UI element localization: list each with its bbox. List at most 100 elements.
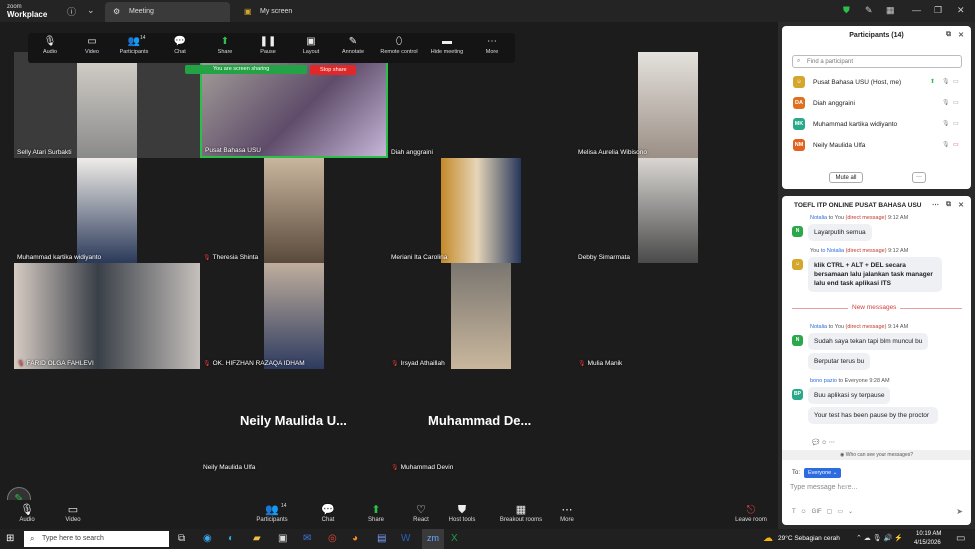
- video-button[interactable]: ▭ Video: [72, 35, 112, 55]
- tab-my-screen-label: My screen: [260, 8, 293, 15]
- participants-more-button[interactable]: ···: [912, 172, 926, 183]
- no-video-tile[interactable]: Muhammad De... 🎙 Muhammad Devin: [388, 369, 574, 475]
- video-tile[interactable]: 🎙 Theresia Shinta: [200, 158, 388, 263]
- more-dots-icon[interactable]: ⋯: [932, 201, 939, 209]
- audio-button[interactable]: 🎙 Audio: [2, 503, 52, 523]
- share-button[interactable]: ⬆ Share: [351, 503, 401, 523]
- annotate-button[interactable]: ✎ Annotate: [333, 35, 373, 55]
- minimize-icon[interactable]: —: [912, 5, 921, 15]
- close-icon[interactable]: ✕: [958, 31, 964, 39]
- recipient: to Everyone: [838, 378, 868, 384]
- microphone-icon[interactable]: 🎙: [942, 120, 950, 127]
- close-icon[interactable]: ✕: [958, 201, 964, 209]
- app-icon[interactable]: ▤: [377, 533, 386, 544]
- video-off-icon[interactable]: ▭: [953, 141, 959, 148]
- chat-message[interactable]: Your test has been pause by the proctor: [808, 407, 938, 424]
- video-tile[interactable]: Meriani Ita Carolina: [388, 158, 574, 263]
- pop-out-icon[interactable]: ⧉: [946, 201, 951, 209]
- screen-tab-icon: ▣: [244, 7, 252, 16]
- video-camera-icon[interactable]: ▭: [953, 120, 959, 127]
- reaction-icons[interactable]: 💬 ☺ ⋯: [812, 439, 835, 446]
- video-tile[interactable]: 🎙 Mulia Manik: [575, 263, 761, 369]
- host-tools-button[interactable]: ⛊ Host tools: [437, 503, 487, 523]
- notifications-icon[interactable]: ▭: [956, 533, 965, 544]
- participants-label: Participants: [119, 49, 149, 55]
- breakout-rooms-button[interactable]: ▦ Breakout rooms: [495, 503, 547, 523]
- hide-meeting-button[interactable]: ▬ Hide meeting: [427, 35, 467, 55]
- clock-time[interactable]: 10:19 AM: [916, 531, 941, 537]
- firefox-icon[interactable]: ◕: [352, 533, 358, 544]
- pop-out-icon[interactable]: ⧉: [946, 31, 951, 39]
- pencil-icon[interactable]: ✎: [865, 5, 873, 16]
- participant-search-input[interactable]: ⌕ Find a participant: [792, 55, 962, 68]
- tab-meeting[interactable]: ⚙ Meeting: [105, 2, 230, 22]
- chat-message[interactable]: Sudah saya tekan tapi blm muncul bu: [808, 333, 929, 350]
- message-time: 9:14 AM: [887, 324, 909, 330]
- leave-room-button[interactable]: ⎋ Leave room: [726, 503, 776, 523]
- send-icon[interactable]: ➤: [956, 507, 963, 516]
- participant-row[interactable]: ☺ Pusat Bahasa USU (Host, me) ⬆ 🎙 ▭: [790, 76, 965, 90]
- mute-all-button[interactable]: Mute all: [829, 172, 863, 183]
- tab-my-screen[interactable]: ▣ My screen: [236, 2, 356, 22]
- participant-row[interactable]: DA Diah anggraini 🎙 ▭: [790, 97, 965, 111]
- participants-button[interactable]: 👥 Participants 14: [247, 503, 297, 523]
- more-button[interactable]: ⋯ More: [542, 503, 592, 523]
- participant-name: Pusat Bahasa USU: [205, 147, 262, 154]
- share-button[interactable]: ⬆ Share: [205, 35, 245, 55]
- chat-button[interactable]: 💬 Chat: [160, 35, 200, 55]
- video-tile[interactable]: 🎙 FARID OLGA FAHLEVI: [14, 263, 200, 369]
- restore-icon[interactable]: ❐: [934, 5, 942, 16]
- chat-format-tools[interactable]: T ☺ GIF ▢ ▭ ⌄: [792, 508, 853, 515]
- close-icon[interactable]: ✕: [957, 5, 965, 16]
- audio-button[interactable]: 🎙 Audio: [30, 35, 70, 55]
- more-button[interactable]: ⋯ More: [472, 35, 512, 55]
- store-icon[interactable]: ▣: [278, 533, 287, 544]
- task-view-icon[interactable]: ⧉: [178, 533, 185, 544]
- chat-message[interactable]: Layarputih semua: [808, 224, 872, 241]
- no-video-tile[interactable]: Neily Maulida U... Neily Maulida Ulfa: [200, 369, 388, 475]
- recipient-select[interactable]: Everyone ⌄: [804, 468, 842, 478]
- pause-button[interactable]: ❚❚ Pause: [248, 35, 288, 55]
- info-icon[interactable]: ⓘ: [67, 5, 76, 18]
- video-tile[interactable]: Debby Simarmata: [575, 158, 761, 263]
- video-camera-icon[interactable]: ▭: [953, 99, 959, 106]
- excel-icon[interactable]: X: [451, 533, 458, 544]
- participant-row[interactable]: MK Muhammad kartika widiyanto 🎙 ▭: [790, 118, 965, 132]
- mail-icon[interactable]: ✉: [303, 533, 311, 544]
- chat-message[interactable]: Berputar terus bu: [808, 353, 871, 370]
- clock-date[interactable]: 4/15/2026: [914, 540, 941, 546]
- microphone-icon[interactable]: 🎙: [942, 78, 950, 85]
- video-tile[interactable]: Muhammad kartika widiyanto: [14, 158, 200, 263]
- chevron-down-icon[interactable]: ⌄: [87, 5, 95, 16]
- video-tile[interactable]: Melisa Aurelia Wibisono: [575, 52, 761, 158]
- file-explorer-icon[interactable]: ▰: [253, 533, 261, 544]
- video-button[interactable]: ▭ Video: [48, 503, 98, 523]
- stop-share-button[interactable]: Stop share: [310, 65, 356, 75]
- microphone-icon[interactable]: 🎙: [942, 141, 950, 148]
- video-tile[interactable]: 🎙 Irsyad Athaillah: [388, 263, 574, 369]
- chrome-icon[interactable]: ◎: [328, 533, 337, 544]
- zoom-taskbar-active[interactable]: zm: [422, 529, 444, 549]
- video-tile[interactable]: 🎙 OK. HIFZHAN RAZAQA IDHAM: [200, 263, 388, 369]
- who-can-see-link[interactable]: ◉ Who can see your messages?: [782, 450, 971, 460]
- chat-message[interactable]: klik CTRL + ALT + DEL secara bersamaan l…: [808, 257, 942, 292]
- shield-icon[interactable]: ⛊: [843, 5, 850, 16]
- grid-icon[interactable]: ▦: [886, 5, 895, 16]
- taskbar-search-input[interactable]: ⌕ Type here to search: [24, 531, 169, 547]
- video-camera-icon[interactable]: ▭: [953, 78, 959, 85]
- video-tile[interactable]: Diah anggraini: [388, 52, 574, 158]
- chat-message[interactable]: Buu aplikasi sy terpause: [808, 387, 891, 404]
- remote-control-button[interactable]: ⬯ Remote control: [379, 35, 419, 55]
- layout-button[interactable]: ▣ Layout: [291, 35, 331, 55]
- system-tray-icons[interactable]: ⌃ ☁ 🎙 🔊 ⚡: [856, 534, 903, 542]
- microphone-icon[interactable]: 🎙: [942, 99, 950, 106]
- word-icon[interactable]: W: [401, 533, 410, 544]
- participants-button[interactable]: 👥 Participants 14: [114, 35, 154, 55]
- participant-row[interactable]: NM Neily Maulida Ulfa 🎙 ▭: [790, 139, 965, 153]
- chat-button[interactable]: 💬 Chat: [303, 503, 353, 523]
- copilot-icon[interactable]: ◉: [203, 533, 212, 544]
- edge-icon[interactable]: ◐: [228, 533, 234, 544]
- video-tile[interactable]: Selly Atari Surbakti: [14, 52, 200, 158]
- participant-display-name: Muhammad De...: [428, 413, 532, 428]
- windows-start-icon[interactable]: ⊞: [6, 533, 14, 544]
